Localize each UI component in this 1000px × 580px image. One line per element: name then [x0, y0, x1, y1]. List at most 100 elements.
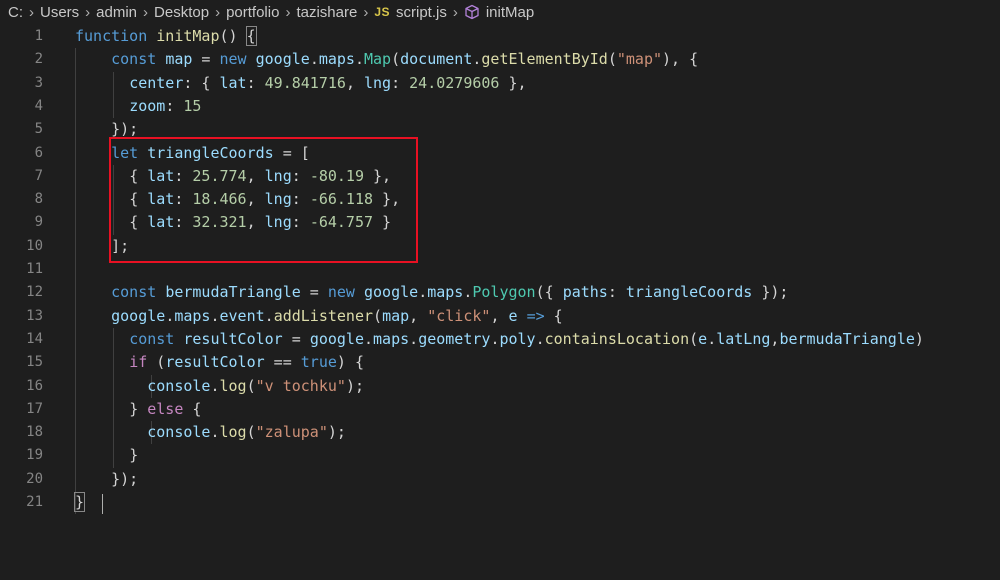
code-token: google: [255, 50, 310, 69]
code-token: paths: [562, 283, 608, 302]
code-token: geometry: [418, 329, 491, 348]
code-line[interactable]: 18 console.log("zalupa");: [0, 421, 1000, 444]
code-token: (: [391, 50, 401, 69]
breadcrumb-item-users[interactable]: Users: [40, 4, 79, 21]
code-line[interactable]: 17 } else {: [0, 398, 1000, 421]
code-token: (: [147, 353, 166, 372]
code-token: e: [698, 329, 708, 348]
code-token: ), {: [662, 50, 699, 69]
code-line[interactable]: 3 center: { lat: 49.841716, lng: 24.0279…: [0, 72, 1000, 95]
breadcrumb-item-admin[interactable]: admin: [96, 4, 137, 21]
code-token: true: [300, 353, 337, 372]
code-token: {: [183, 399, 202, 418]
line-number: 16: [26, 377, 43, 394]
code-token: center: [129, 73, 184, 92]
code-content: } else {: [75, 398, 201, 421]
code-token: const: [129, 329, 175, 348]
code-token: google: [111, 306, 166, 325]
breadcrumb-item-portfolio[interactable]: portfolio: [226, 4, 279, 21]
code-content: zoom: 15: [75, 95, 201, 118]
chevron-right-icon: ›: [215, 3, 221, 21]
code-token: const: [111, 283, 157, 302]
code-content: center: { lat: 49.841716, lng: 24.027960…: [75, 72, 526, 95]
breadcrumb-item-drive[interactable]: C:: [8, 4, 23, 21]
code-token: console: [147, 376, 211, 395]
code-token: bermudaTriangle: [779, 329, 915, 348]
code-token: else: [147, 399, 184, 418]
code-token: lng: [364, 73, 392, 92]
breadcrumb-item-tazishare[interactable]: tazishare: [296, 4, 357, 21]
code-token: log: [219, 423, 247, 442]
code-token: (: [373, 306, 383, 325]
code-line[interactable]: 16 console.log("v tochku");: [0, 375, 1000, 398]
code-token: .: [165, 306, 175, 325]
code-token: new: [219, 50, 247, 69]
code-token: new: [327, 283, 355, 302]
code-line[interactable]: 15 if (resultColor == true) {: [0, 351, 1000, 374]
code-line[interactable]: 14 const resultColor = google.maps.geome…: [0, 328, 1000, 351]
breadcrumb-item-desktop[interactable]: Desktop: [154, 4, 209, 21]
code-token: maps: [373, 329, 410, 348]
code-line[interactable]: 12 const bermudaTriangle = new google.ma…: [0, 281, 1000, 304]
line-number: 19: [26, 447, 43, 464]
code-token: .: [210, 376, 220, 395]
code-token: ): [914, 329, 924, 348]
code-content: const bermudaTriangle = new google.maps.…: [75, 281, 788, 304]
code-token: ,: [409, 306, 428, 325]
chevron-right-icon: ›: [85, 3, 91, 21]
code-token: .: [354, 50, 364, 69]
line-number: 6: [34, 144, 43, 161]
code-token: =: [282, 329, 310, 348]
code-line[interactable]: 2 const map = new google.maps.Map(docume…: [0, 48, 1000, 71]
line-number: 20: [26, 470, 43, 487]
code-token: map: [382, 306, 410, 325]
text-cursor: [102, 494, 103, 514]
breadcrumb-item-symbol[interactable]: initMap: [486, 4, 534, 21]
code-token: e: [508, 306, 518, 325]
code-token: Map: [364, 50, 392, 69]
code-token: {: [245, 26, 257, 46]
code-token: =: [192, 50, 220, 69]
code-token: ,: [490, 306, 509, 325]
code-token: .: [364, 329, 374, 348]
code-token: .: [309, 50, 319, 69]
code-token: ==: [264, 353, 301, 372]
breadcrumb-item-file[interactable]: script.js: [396, 4, 447, 21]
code-token: ,: [345, 73, 364, 92]
chevron-right-icon: ›: [143, 3, 149, 21]
code-line[interactable]: 13 google.maps.event.addListener(map, "c…: [0, 305, 1000, 328]
code-token: resultColor: [183, 329, 283, 348]
code-token: .: [264, 306, 274, 325]
code-token: latLng: [716, 329, 771, 348]
code-token: poly: [499, 329, 536, 348]
code-token: map: [165, 50, 193, 69]
code-line[interactable]: 19 }: [0, 444, 1000, 467]
code-token: function: [75, 27, 148, 45]
code-token: : {: [183, 73, 220, 92]
code-token: :: [607, 283, 626, 302]
code-line[interactable]: 1 function initMap() {: [0, 25, 1000, 48]
code-line[interactable]: 21}: [0, 491, 1000, 514]
code-line[interactable]: 4 zoom: 15: [0, 95, 1000, 118]
code-editor[interactable]: 1 function initMap() {2 const map = new g…: [0, 24, 1000, 580]
line-number: 1: [34, 28, 43, 44]
code-token: log: [219, 376, 247, 395]
code-token: });: [111, 120, 139, 139]
code-content: const map = new google.maps.Map(document…: [75, 48, 698, 71]
code-token: google: [309, 329, 364, 348]
code-token: "click": [427, 306, 491, 325]
code-content: });: [75, 468, 138, 491]
code-line[interactable]: 20 });: [0, 468, 1000, 491]
code-token: zoom: [129, 96, 166, 115]
code-token: }: [129, 446, 139, 465]
